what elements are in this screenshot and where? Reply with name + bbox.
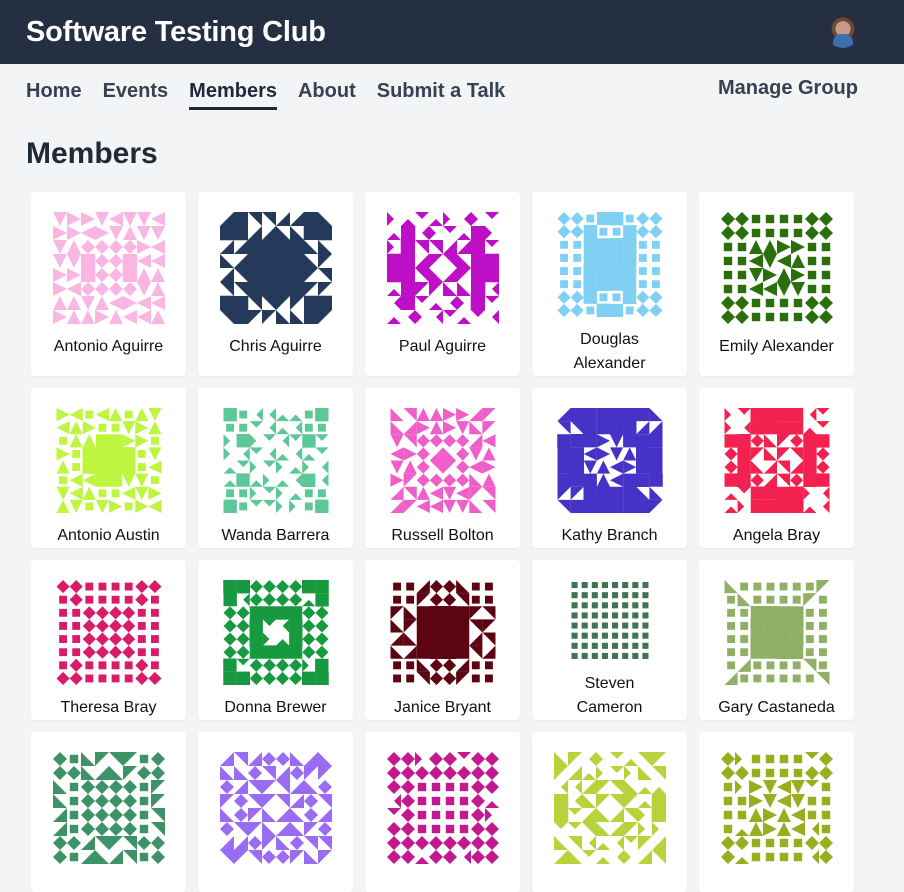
member-name: Antonio Aguirre	[53, 338, 164, 355]
member-avatar-pattern	[557, 212, 662, 317]
member-avatar-pattern	[556, 408, 663, 513]
member-avatar-pattern	[52, 752, 165, 864]
group-nav: Home Events Members About Submit a Talk …	[0, 64, 904, 112]
app-header: Software Testing Club	[0, 0, 904, 64]
member-name: Theresa Bray	[60, 699, 157, 716]
member-card[interactable]	[699, 732, 854, 892]
member-name: Douglas Alexander	[573, 331, 646, 372]
member-card[interactable]: Antonio Aguirre	[31, 192, 186, 376]
member-name: Emily Alexander	[719, 338, 834, 355]
member-card[interactable]: Paul Aguirre	[365, 192, 520, 376]
member-name: Paul Aguirre	[398, 338, 487, 355]
nav-home[interactable]: Home	[26, 80, 82, 110]
member-avatar-pattern	[386, 212, 499, 324]
nav-submit-talk[interactable]: Submit a Talk	[377, 80, 506, 110]
member-avatar-pattern	[724, 408, 829, 513]
member-name: Gary Castaneda	[718, 699, 835, 716]
nav-members[interactable]: Members	[189, 80, 277, 110]
nav-links: Home Events Members About Submit a Talk	[26, 80, 526, 110]
member-name: Wanda Barrera	[221, 527, 330, 544]
member-card[interactable]	[198, 732, 353, 892]
member-card[interactable]	[532, 732, 687, 892]
member-card[interactable]: Angela Bray	[699, 388, 854, 548]
member-avatar-pattern	[386, 752, 499, 864]
manage-group-link[interactable]: Manage Group	[718, 77, 858, 100]
member-avatar-pattern	[56, 580, 161, 685]
member-card[interactable]	[31, 732, 186, 892]
member-card[interactable]: Russell Bolton	[365, 388, 520, 548]
member-card[interactable]: Gary Castaneda	[699, 560, 854, 720]
member-name: Janice Bryant	[394, 699, 491, 716]
page-title: Members	[26, 137, 158, 170]
member-avatar-pattern	[219, 752, 332, 864]
user-avatar[interactable]	[827, 16, 859, 48]
member-avatar-pattern	[571, 582, 648, 659]
member-avatar-pattern	[52, 212, 165, 324]
member-grid: Antonio Aguirre Chris Aguirre Paul Aguirre…	[31, 192, 854, 892]
member-avatar-pattern	[222, 580, 329, 685]
member-card[interactable]: Janice Bryant	[365, 560, 520, 720]
member-card[interactable]: Chris Aguirre	[198, 192, 353, 376]
member-avatar-pattern	[724, 580, 829, 685]
member-avatar-pattern	[219, 212, 332, 324]
member-card[interactable]	[365, 732, 520, 892]
member-card[interactable]: Emily Alexander	[699, 192, 854, 376]
nav-about[interactable]: About	[298, 80, 356, 110]
member-name: Steven Cameron	[576, 675, 643, 716]
member-name: Chris Aguirre	[229, 338, 322, 355]
member-avatar-pattern	[553, 752, 666, 864]
member-card[interactable]: Antonio Austin	[31, 388, 186, 548]
member-name: Kathy Branch	[561, 527, 658, 544]
member-avatar-pattern	[390, 408, 495, 513]
member-avatar-pattern	[720, 212, 833, 324]
member-card[interactable]: Steven Cameron	[532, 560, 687, 720]
member-name: Russell Bolton	[391, 527, 494, 544]
member-card[interactable]: Douglas Alexander	[532, 192, 687, 376]
member-name: Donna Brewer	[224, 699, 327, 716]
member-avatar-pattern	[720, 752, 833, 864]
member-name: Angela Bray	[732, 527, 821, 544]
nav-events[interactable]: Events	[103, 80, 169, 110]
member-avatar-pattern	[390, 580, 495, 685]
member-card[interactable]: Kathy Branch	[532, 388, 687, 548]
member-avatar-pattern	[223, 408, 328, 513]
member-card[interactable]: Theresa Bray	[31, 560, 186, 720]
member-avatar-pattern	[56, 408, 161, 513]
member-name: Antonio Austin	[57, 527, 160, 544]
site-title[interactable]: Software Testing Club	[26, 16, 326, 49]
member-card[interactable]: Wanda Barrera	[198, 388, 353, 548]
member-card[interactable]: Donna Brewer	[198, 560, 353, 720]
